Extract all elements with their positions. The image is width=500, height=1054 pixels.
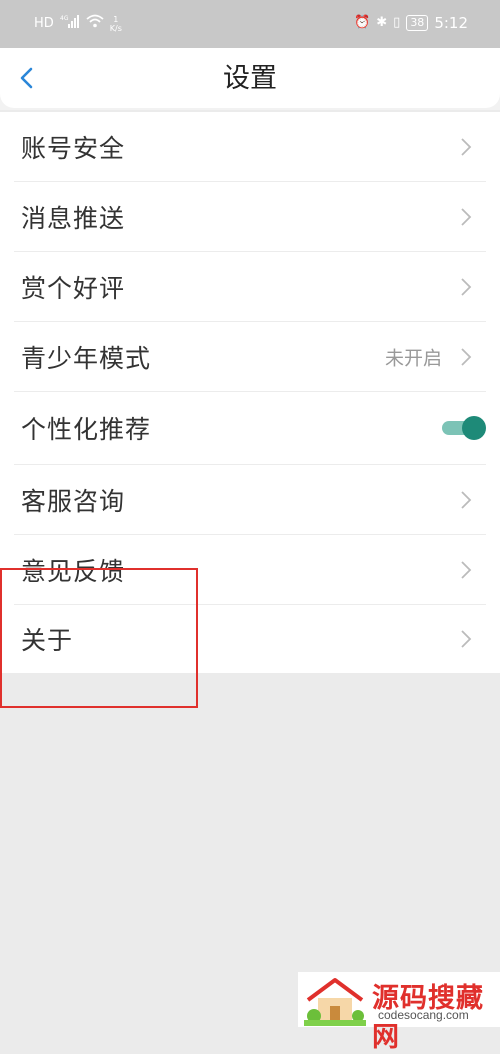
alarm-icon: ⏰ [354,15,371,30]
settings-item-label: 客服咨询 [21,486,126,516]
page-title: 设置 [223,63,277,94]
personalized-recommendation-toggle[interactable] [442,416,486,440]
house-logo-icon [304,978,366,1026]
chevron-right-icon [461,347,472,366]
settings-item-rate-app[interactable]: 赏个好评 [14,252,486,322]
net-speed-unit: K/s [109,24,122,33]
bluetooth-icon: ✱ [376,15,388,30]
teen-mode-status: 未开启 [384,347,442,369]
settings-item-label: 青少年模式 [21,343,152,373]
chevron-right-icon [461,277,472,296]
settings-item-teen-mode[interactable]: 青少年模式 未开启 [14,322,486,392]
chevron-right-icon [461,630,472,648]
clock: 5:12 [434,14,468,32]
header-bar: 设置 [0,48,500,108]
chevron-right-icon [461,560,472,579]
settings-item-label: 消息推送 [21,203,126,233]
net-speed: 1 K/s [110,15,122,33]
wifi-icon [86,14,104,34]
settings-item-push-notifications[interactable]: 消息推送 [14,182,486,252]
battery-indicator: 38 [406,15,429,31]
net-speed-value: 1 [113,15,119,24]
header: 设置 [0,48,500,110]
toggle-knob [462,416,486,440]
signal-icon: 4G [60,14,80,34]
settings-item-label: 个性化推荐 [21,415,152,444]
highlight-annotation-box [0,568,198,708]
chevron-right-icon [461,137,472,156]
chevron-right-icon [461,490,472,509]
hd-badge: HD [34,16,54,31]
chevron-right-icon [461,207,472,226]
settings-item-customer-service[interactable]: 客服咨询 [14,465,486,535]
status-left: HD 4G 1 K/s [34,14,122,34]
settings-item-account-security[interactable]: 账号安全 [14,112,486,182]
network-gen: 4G [60,15,69,22]
status-right: ⏰ ✱ ▯ 38 5:12 [354,14,468,32]
watermark: 源码搜藏网 codesocang.com [298,972,500,1053]
settings-item-label: 账号安全 [21,133,126,163]
settings-item-label: 赏个好评 [21,273,126,303]
vibrate-icon: ▯ [393,15,401,30]
settings-item-personalized-recommendation: 个性化推荐 [14,392,486,465]
status-bar: HD 4G 1 K/s ⏰ ✱ ▯ 38 5:12 [0,0,500,48]
watermark-url: codesocang.com [378,1008,469,1022]
